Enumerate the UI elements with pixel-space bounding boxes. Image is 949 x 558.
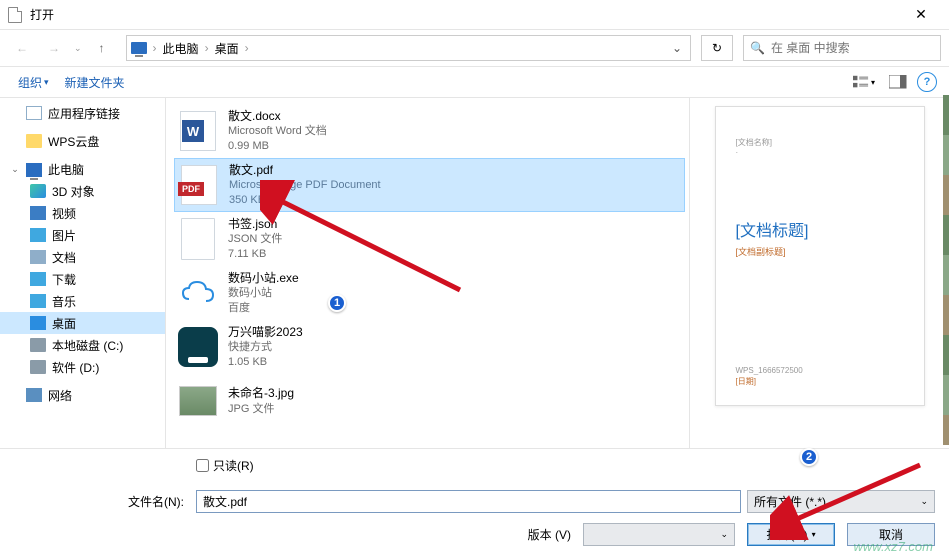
watermark: www.xz7.com bbox=[854, 539, 933, 554]
pdf-icon: PDF bbox=[181, 165, 217, 205]
file-item-shortcut[interactable]: 万兴喵影2023快捷方式1.05 KB bbox=[174, 320, 685, 374]
forward-button[interactable]: → bbox=[40, 34, 68, 62]
image-thumb bbox=[179, 386, 217, 416]
tree-music[interactable]: 音乐 bbox=[0, 290, 165, 312]
tree-disk-c[interactable]: 本地磁盘 (C:) bbox=[0, 334, 165, 356]
file-item-docx[interactable]: W 散文.docxMicrosoft Word 文档0.99 MB bbox=[174, 104, 685, 158]
version-select[interactable]: ⌄ bbox=[583, 523, 735, 546]
file-list: W 散文.docxMicrosoft Word 文档0.99 MB PDF 散文… bbox=[166, 98, 689, 448]
tree-pictures[interactable]: 图片 bbox=[0, 224, 165, 246]
tree-desktop[interactable]: 桌面 bbox=[0, 312, 165, 334]
preview-document: [文档名称] · [文档标题] [文档副标题] WPS_1666572500 [… bbox=[715, 106, 925, 406]
app-icon bbox=[178, 327, 218, 367]
preview-pane: [文档名称] · [文档标题] [文档副标题] WPS_1666572500 [… bbox=[689, 98, 949, 448]
tree-wps[interactable]: WPS云盘 bbox=[0, 130, 165, 152]
file-item-pdf[interactable]: PDF 散文.pdfMicrosoft Edge PDF Document350… bbox=[174, 158, 685, 212]
scrollbar-thumbstrip bbox=[943, 95, 949, 445]
open-button[interactable]: 打开(O)▾ bbox=[747, 523, 835, 546]
tree-downloads[interactable]: 下载 bbox=[0, 268, 165, 290]
tree-documents[interactable]: 文档 bbox=[0, 246, 165, 268]
filename-label: 文件名(N): bbox=[14, 493, 190, 510]
search-input[interactable] bbox=[771, 41, 934, 55]
file-filter-select[interactable]: 所有文件 (*.*)⌄ bbox=[747, 490, 935, 513]
breadcrumb-thispc[interactable]: 此电脑 bbox=[163, 40, 199, 57]
version-label: 版本 (V) bbox=[528, 526, 571, 543]
readonly-label[interactable]: 只读(R) bbox=[213, 457, 254, 474]
annotation-badge-2: 2 bbox=[800, 448, 818, 466]
tree-network[interactable]: 网络 bbox=[0, 384, 165, 406]
word-icon: W bbox=[182, 120, 204, 142]
tree-thispc[interactable]: ⌄此电脑 bbox=[0, 158, 165, 180]
organize-menu[interactable]: 组织 ▾ bbox=[12, 72, 55, 93]
cloud-icon bbox=[181, 279, 215, 307]
window-title: 打开 bbox=[30, 6, 901, 23]
readonly-checkbox[interactable] bbox=[196, 459, 209, 472]
file-item-jpg[interactable]: 未命名-3.jpgJPG 文件 bbox=[174, 374, 685, 428]
annotation-badge-1: 1 bbox=[328, 294, 346, 312]
search-box[interactable]: 🔍 bbox=[743, 35, 941, 61]
tree-app-links[interactable]: 应用程序链接 bbox=[0, 102, 165, 124]
new-folder-button[interactable]: 新建文件夹 bbox=[59, 72, 131, 93]
json-icon bbox=[181, 218, 215, 260]
help-button[interactable]: ? bbox=[917, 72, 937, 92]
breadcrumb-desktop[interactable]: 桌面 bbox=[215, 40, 239, 57]
up-button[interactable]: ↑ bbox=[88, 34, 116, 62]
close-button[interactable]: ✕ bbox=[901, 1, 941, 29]
tree-disk-d[interactable]: 软件 (D:) bbox=[0, 356, 165, 378]
back-button[interactable]: ← bbox=[8, 34, 36, 62]
view-options-button[interactable]: ▾ bbox=[853, 72, 875, 92]
tree-videos[interactable]: 视频 bbox=[0, 202, 165, 224]
refresh-button[interactable]: ↻ bbox=[701, 35, 733, 61]
folder-tree: 应用程序链接 WPS云盘 ⌄此电脑 3D 对象 视频 图片 文档 下载 音乐 桌… bbox=[0, 98, 166, 448]
chevron-right-icon: › bbox=[205, 41, 209, 55]
chevron-right-icon: › bbox=[153, 41, 157, 55]
tree-3dobjects[interactable]: 3D 对象 bbox=[0, 180, 165, 202]
history-dropdown[interactable]: ⌄ bbox=[74, 43, 82, 54]
chevron-right-icon: › bbox=[245, 41, 249, 55]
filename-input[interactable] bbox=[196, 490, 741, 513]
search-icon: 🔍 bbox=[750, 41, 765, 55]
file-item-exe[interactable]: 数码小站.exe数码小站百度 bbox=[174, 266, 685, 320]
preview-pane-button[interactable] bbox=[887, 72, 909, 92]
address-bar[interactable]: › 此电脑 › 桌面 › ⌄ bbox=[126, 35, 691, 61]
file-item-json[interactable]: 书签.jsonJSON 文件7.11 KB bbox=[174, 212, 685, 266]
pc-icon bbox=[131, 42, 147, 54]
chevron-down-icon: ⌄ bbox=[720, 529, 728, 540]
app-icon bbox=[8, 7, 22, 23]
address-dropdown[interactable]: ⌄ bbox=[668, 41, 686, 55]
chevron-down-icon: ⌄ bbox=[920, 496, 928, 507]
